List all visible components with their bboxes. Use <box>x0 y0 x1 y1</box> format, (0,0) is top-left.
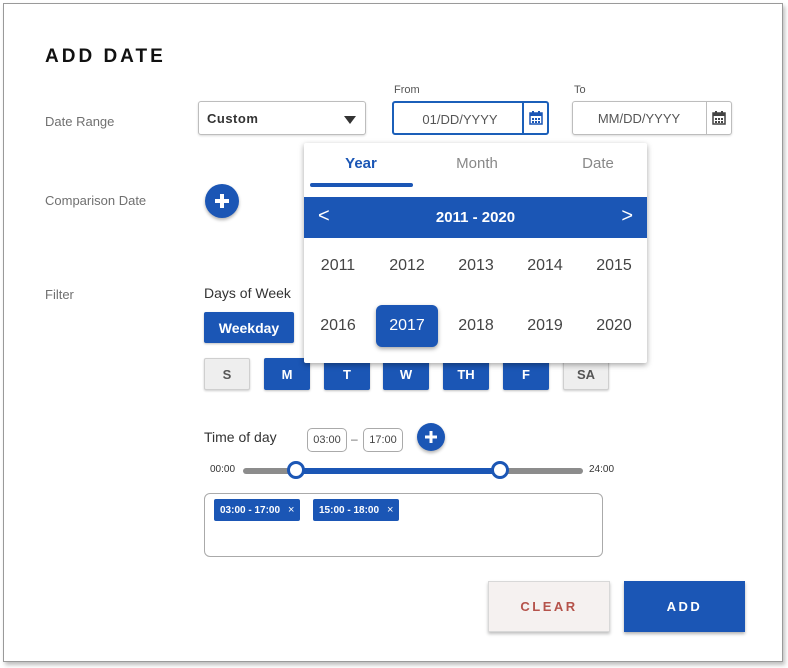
year-picker-popup: Year Month Date < 2011 - 2020 > 2011 2012… <box>304 143 647 363</box>
chevron-down-icon <box>344 116 356 124</box>
year-cell[interactable]: 2016 <box>307 305 369 347</box>
year-cell[interactable]: 2013 <box>445 245 507 287</box>
to-label: To <box>574 84 586 96</box>
time-chip-label: 03:00 - 17:00 <box>220 504 281 516</box>
slider-handle-start[interactable] <box>286 461 305 479</box>
time-chip: 03:00 - 17:00 × <box>214 499 301 521</box>
tab-year[interactable]: Year <box>306 155 416 172</box>
year-cell[interactable]: 2011 <box>307 245 369 287</box>
clear-button[interactable]: CLEAR <box>488 581 610 632</box>
day-button[interactable]: S <box>204 358 250 390</box>
date-range-select[interactable]: Custom <box>198 101 366 135</box>
tab-date[interactable]: Date <box>543 155 653 172</box>
calendar-icon[interactable] <box>522 103 547 133</box>
add-date-dialog: ADD DATE Date Range Custom From 01/DD/YY… <box>3 3 783 662</box>
from-date-field[interactable]: 01/DD/YYYY <box>392 101 549 135</box>
time-of-day-label: Time of day <box>204 429 277 445</box>
year-cell[interactable]: 2020 <box>583 305 645 347</box>
active-tab-indicator <box>310 183 413 187</box>
date-range-label: Date Range <box>45 114 115 129</box>
slider-min-label: 00:00 <box>210 464 236 475</box>
time-end-input[interactable]: 17:00 <box>363 428 403 452</box>
dialog-title: ADD DATE <box>45 46 166 67</box>
from-label: From <box>394 84 420 96</box>
year-cell[interactable]: 2015 <box>583 245 645 287</box>
time-chip: 15:00 - 18:00 × <box>313 499 400 521</box>
days-of-week-label: Days of Week <box>204 285 291 301</box>
year-cell[interactable]: 2012 <box>376 245 438 287</box>
year-cell[interactable]: 2019 <box>514 305 576 347</box>
year-cell[interactable]: 2017 <box>376 305 438 347</box>
plus-icon <box>425 431 437 443</box>
time-start-input[interactable]: 03:00 <box>307 428 347 452</box>
year-range-bar: < 2011 - 2020 > <box>304 197 647 238</box>
add-time-button[interactable] <box>417 423 445 451</box>
add-button[interactable]: ADD <box>624 581 745 632</box>
slider-max-label: 24:00 <box>589 464 615 475</box>
add-comparison-button[interactable] <box>205 184 239 218</box>
year-range-label: 2011 - 2020 <box>435 209 516 226</box>
date-range-select-value: Custom <box>207 111 259 126</box>
from-date-value: 01/DD/YYYY <box>422 112 498 127</box>
comparison-date-label: Comparison Date <box>45 193 147 208</box>
slider-handle-end[interactable] <box>490 461 509 479</box>
close-icon[interactable]: × <box>387 504 393 516</box>
to-date-field[interactable]: MM/DD/YYYY <box>572 101 732 135</box>
chevron-right-icon[interactable]: > <box>621 205 633 228</box>
year-cell[interactable]: 2018 <box>445 305 507 347</box>
plus-icon <box>215 194 229 208</box>
to-date-value: MM/DD/YYYY <box>597 111 681 126</box>
year-cell[interactable]: 2014 <box>514 245 576 287</box>
filter-label: Filter <box>45 287 74 302</box>
day-button[interactable]: M <box>264 358 310 390</box>
tab-month[interactable]: Month <box>422 155 532 172</box>
close-icon[interactable]: × <box>288 504 294 516</box>
weekday-button[interactable]: Weekday <box>204 312 294 343</box>
time-slider-range <box>295 468 500 474</box>
calendar-icon[interactable] <box>706 102 731 134</box>
time-separator: – <box>351 432 358 446</box>
time-chip-label: 15:00 - 18:00 <box>319 504 380 516</box>
